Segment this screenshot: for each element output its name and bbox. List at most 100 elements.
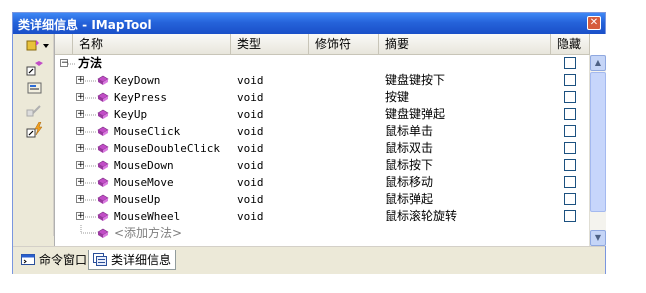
collapse-icon[interactable]: − [60, 59, 69, 68]
class-icon [26, 61, 43, 76]
new-member-icon [26, 40, 49, 51]
group-row-methods[interactable]: − 方法 [55, 55, 590, 72]
class-details-window: 类详细信息 - IMapTool ✕ 名称 类型 修饰符 摘要 隐藏 − 方法 … [12, 12, 606, 274]
grid-rows: − 方法 + KeyDown void 键盘键按下 + KeyPress void 按键 + Ke… [55, 55, 590, 246]
title-bar: 类详细信息 - IMapTool ✕ [13, 13, 605, 34]
hidden-checkbox[interactable] [564, 91, 576, 103]
method-type: void [237, 210, 264, 223]
method-summary: 键盘键弹起 [385, 107, 446, 121]
hidden-checkbox[interactable] [564, 57, 576, 69]
expand-icon[interactable]: + [76, 178, 85, 187]
method-summary: 鼠标滚轮旋转 [385, 209, 458, 223]
tab-class-details[interactable]: 类详细信息 [88, 250, 177, 270]
class-details-grid: 名称 类型 修饰符 摘要 隐藏 − 方法 + KeyDown void 键盘键按下 + K… [54, 34, 606, 246]
disabled-icon [26, 105, 41, 117]
method-name: MouseDown [114, 159, 174, 172]
method-type: void [237, 91, 264, 104]
column-header-type[interactable]: 类型 [231, 34, 309, 54]
expand-icon[interactable]: + [76, 161, 85, 170]
method-type: void [237, 108, 264, 121]
column-header-summary[interactable]: 摘要 [379, 34, 551, 54]
method-summary: 鼠标按下 [385, 158, 434, 172]
method-row[interactable]: + KeyPress void 按键 [55, 89, 590, 106]
add-method-label[interactable]: <添加方法> [114, 225, 182, 242]
add-method-row[interactable]: <添加方法> [55, 225, 590, 242]
method-name: KeyUp [114, 108, 148, 121]
method-row[interactable]: + MouseDoubleClick void 鼠标双击 [55, 140, 590, 157]
hidden-checkbox[interactable] [564, 193, 576, 205]
method-row[interactable]: + MouseUp void 鼠标弹起 [55, 191, 590, 208]
properties-button[interactable] [26, 80, 44, 96]
hidden-checkbox[interactable] [564, 74, 576, 86]
bottom-tab-bar: 命令窗口 类详细信息 [13, 246, 605, 274]
method-name: KeyDown [114, 74, 161, 87]
group-label: 方法 [78, 56, 103, 70]
method-summary: 鼠标弹起 [385, 192, 434, 206]
method-name: KeyPress [114, 91, 167, 104]
vertical-scrollbar[interactable]: ▲ ▼ [589, 55, 606, 246]
scroll-up-button[interactable]: ▲ [590, 55, 606, 71]
expand-icon[interactable]: + [76, 93, 85, 102]
left-toolbar [13, 34, 54, 236]
expand-icon[interactable]: + [76, 110, 85, 119]
disabled-button[interactable] [26, 102, 44, 118]
hidden-checkbox[interactable] [564, 142, 576, 154]
method-name: MouseUp [114, 193, 161, 206]
method-name: MouseWheel [114, 210, 181, 223]
new-member-button[interactable] [24, 38, 50, 54]
column-header-hidden[interactable]: 隐藏 [551, 34, 590, 54]
chevron-down-icon: ▼ [594, 233, 602, 242]
method-type: void [237, 142, 264, 155]
tab-label: 类详细信息 [111, 253, 172, 267]
method-name: MouseDoubleClick [114, 142, 220, 155]
tree-line-icon [68, 63, 76, 65]
method-row[interactable]: + MouseWheel void 鼠标滚轮旋转 [55, 208, 590, 225]
close-icon: ✕ [589, 17, 599, 28]
hidden-checkbox[interactable] [564, 108, 576, 120]
hidden-checkbox[interactable] [564, 176, 576, 188]
expand-icon[interactable]: + [76, 144, 85, 153]
tab-command-window[interactable]: 命令窗口 [17, 250, 93, 270]
method-summary: 鼠标双击 [385, 141, 434, 155]
expand-icon[interactable]: + [76, 76, 85, 85]
method-row[interactable]: + MouseDown void 鼠标按下 [55, 157, 590, 174]
class-button[interactable] [26, 60, 44, 76]
properties-icon [27, 82, 42, 94]
tree-line-icon [80, 225, 97, 234]
method-summary: 鼠标移动 [385, 175, 434, 189]
method-type: void [237, 125, 264, 138]
method-name: MouseClick [114, 125, 181, 138]
method-summary: 键盘键按下 [385, 73, 446, 87]
hidden-checkbox[interactable] [564, 159, 576, 171]
scroll-down-button[interactable]: ▼ [590, 230, 606, 246]
method-type: void [237, 74, 264, 87]
expand-icon[interactable]: + [76, 127, 85, 136]
column-header-modifier[interactable]: 修饰符 [309, 34, 379, 54]
method-row[interactable]: + KeyUp void 键盘键弹起 [55, 106, 590, 123]
method-summary: 按键 [385, 90, 410, 104]
method-type: void [237, 176, 264, 189]
method-summary: 鼠标单击 [385, 124, 434, 138]
grid-header: 名称 类型 修饰符 摘要 隐藏 [55, 34, 590, 55]
method-type: void [237, 159, 264, 172]
event-button[interactable] [26, 122, 44, 138]
method-name: MouseMove [114, 176, 174, 189]
method-row[interactable]: + KeyDown void 键盘键按下 [55, 72, 590, 89]
event-icon [26, 122, 43, 138]
expand-icon[interactable]: + [76, 195, 85, 204]
hidden-checkbox[interactable] [564, 210, 576, 222]
hidden-checkbox[interactable] [564, 125, 576, 137]
header-spacer [55, 34, 73, 54]
expand-icon[interactable]: + [76, 212, 85, 221]
method-type: void [237, 193, 264, 206]
close-button[interactable]: ✕ [587, 16, 601, 30]
chevron-up-icon: ▲ [594, 58, 602, 67]
column-header-name[interactable]: 名称 [73, 34, 231, 54]
method-row[interactable]: + MouseMove void 鼠标移动 [55, 174, 590, 191]
window-title: 类详细信息 - IMapTool [18, 18, 152, 32]
tab-label: 命令窗口 [39, 253, 88, 267]
scroll-thumb[interactable] [590, 72, 606, 212]
method-icon [97, 228, 109, 238]
method-row[interactable]: + MouseClick void 鼠标单击 [55, 123, 590, 140]
class-details-icon [93, 253, 107, 266]
